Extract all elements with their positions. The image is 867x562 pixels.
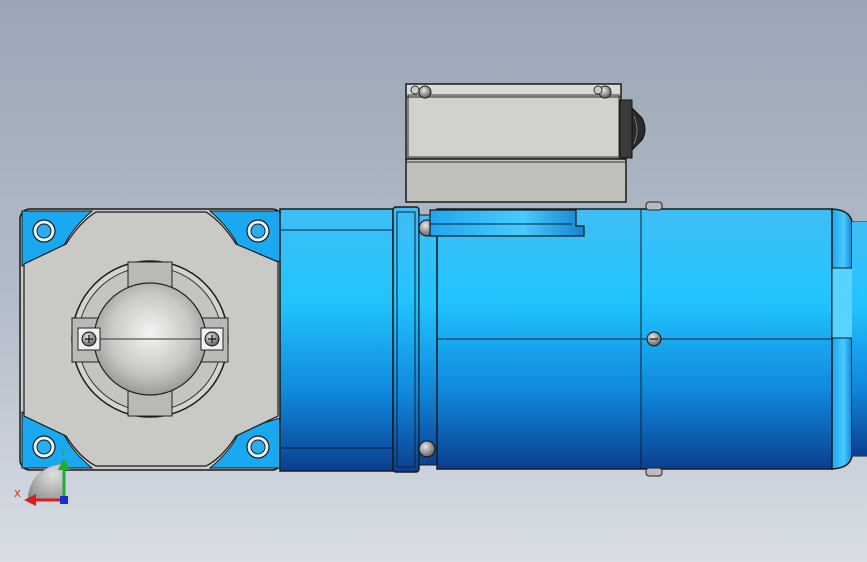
motor-drawing: X Y bbox=[14, 83, 867, 506]
motor-end-cap bbox=[831, 208, 867, 470]
gearbox-body bbox=[279, 208, 394, 472]
cable-gland bbox=[619, 99, 646, 159]
output-shaft bbox=[71, 260, 229, 418]
motor-flange bbox=[392, 206, 438, 473]
terminal-box bbox=[405, 83, 627, 203]
cad-viewport[interactable]: X Y bbox=[0, 0, 867, 562]
triad-x-label: X bbox=[14, 489, 21, 500]
motor-body bbox=[429, 201, 833, 477]
triad-y-label: Y bbox=[59, 448, 67, 459]
